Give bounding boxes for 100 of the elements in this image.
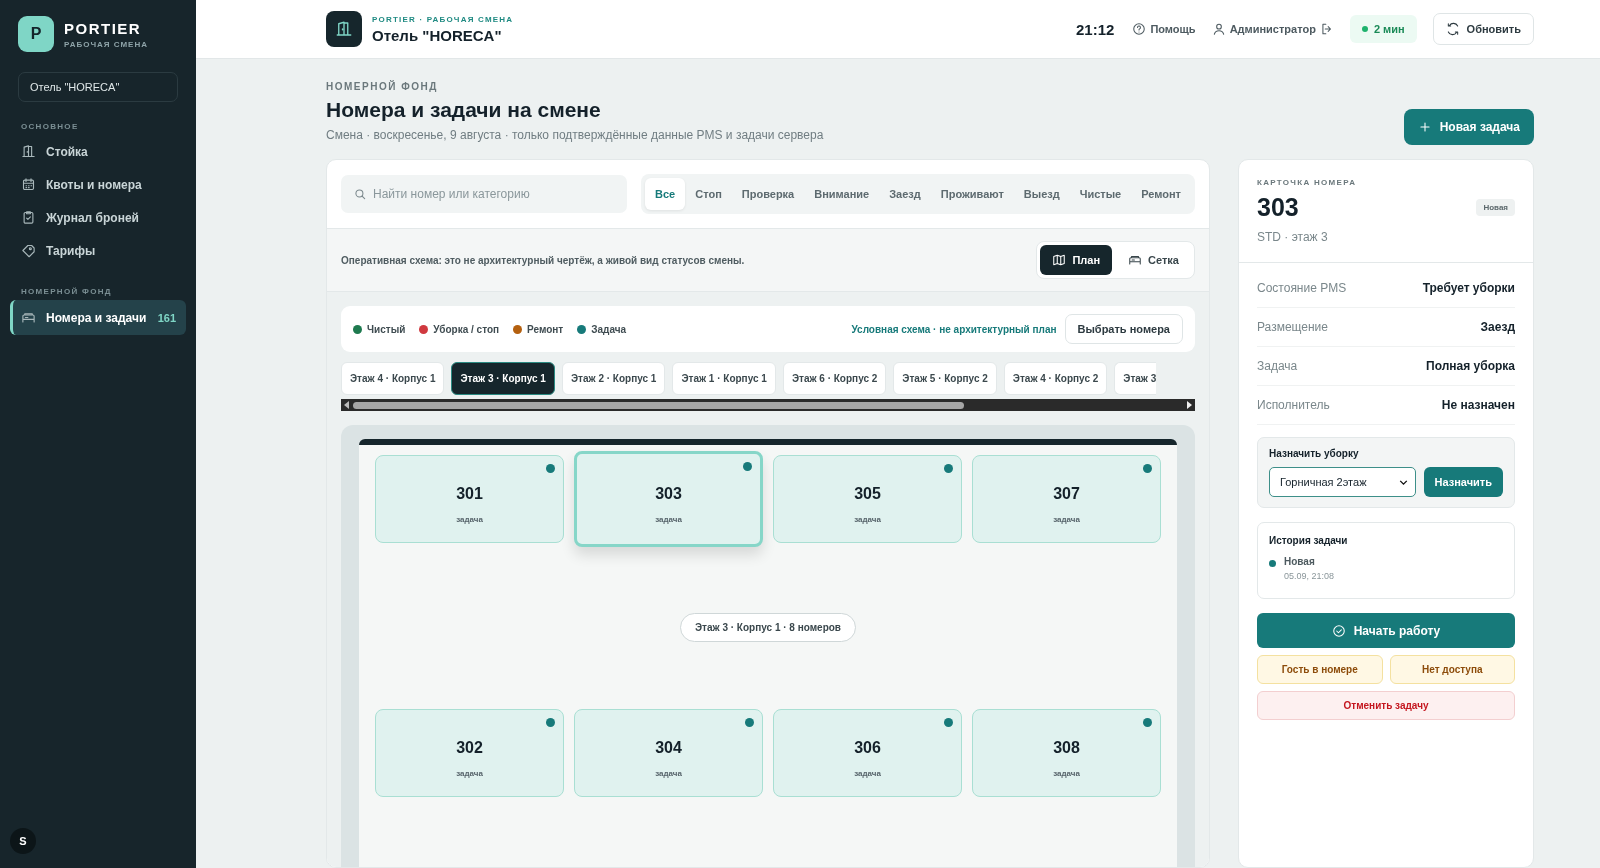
sidebar-item[interactable]: Квоты и номера xyxy=(10,168,186,201)
search-field[interactable]: Найти номер или категорию xyxy=(341,175,628,213)
sync-status: 2 мин xyxy=(1349,15,1417,43)
status-dot xyxy=(1361,26,1368,32)
view-tab[interactable]: Сетка xyxy=(1116,245,1191,275)
filter-tab[interactable]: Заезд xyxy=(879,178,931,210)
page-title: Номера и задачи на смене xyxy=(326,98,602,122)
room-tile[interactable]: 305 задача xyxy=(773,455,962,543)
room-number: 302 xyxy=(456,738,483,757)
filter-tab[interactable]: Стоп xyxy=(685,178,732,210)
hotel-select[interactable]: Отель "HORECA" xyxy=(18,72,178,102)
room-number: 308 xyxy=(1053,738,1080,757)
room-tile[interactable]: 306 задача xyxy=(773,709,962,797)
warning-button[interactable]: Гость в номере xyxy=(1257,655,1383,684)
section-title: НОМЕРНОЙ ФОНД xyxy=(21,287,113,296)
floor-tab[interactable]: Этаж 5 · Корпус 2 xyxy=(893,362,997,395)
maid-select[interactable]: Горничная 2этаж xyxy=(1269,467,1416,497)
floor-tab[interactable]: Этаж 6 · Корпус 2 xyxy=(782,362,887,395)
field-label: Исполнитель xyxy=(1257,398,1330,412)
sidebar-item[interactable]: Стойка xyxy=(10,135,186,168)
user-icon xyxy=(1211,22,1226,36)
field-label: Задача xyxy=(1257,359,1298,373)
new-task-button[interactable]: Новая задача xyxy=(1403,109,1534,145)
room-status: задача xyxy=(854,768,881,778)
floor-tab[interactable]: Этаж 3 · Корпус 1 xyxy=(451,362,555,395)
floor-tab[interactable]: Этаж 4 · Корпус 1 xyxy=(341,362,445,395)
refresh-button[interactable]: Обновить xyxy=(1432,13,1534,45)
start-work-button[interactable]: Начать работу xyxy=(1257,613,1515,648)
view-tab[interactable]: План xyxy=(1040,245,1113,275)
room-tile[interactable]: 308 задача xyxy=(972,709,1161,797)
sidebar-item[interactable]: Номера и задачи 161 xyxy=(10,300,186,335)
room-meta: STD · этаж 3 xyxy=(1257,230,1329,244)
room-tile[interactable]: 304 задача xyxy=(574,709,763,797)
cancel-task-button[interactable]: Отменить задачу xyxy=(1257,691,1515,720)
room-status: задача xyxy=(1053,514,1080,524)
room-tile[interactable]: 303 задача xyxy=(574,451,763,547)
legend-label: Ремонт xyxy=(527,323,564,335)
room-status: задача xyxy=(456,514,483,524)
bed-icon xyxy=(21,310,36,325)
brand-name: PORTIER xyxy=(64,19,143,37)
sidebar-item[interactable]: Тарифы xyxy=(10,234,186,267)
scrollbar[interactable] xyxy=(341,399,1195,411)
room-tile[interactable]: 307 задача xyxy=(972,455,1161,543)
user-link[interactable]: Администратор xyxy=(1211,22,1334,36)
filter-tab[interactable]: Внимание xyxy=(804,178,880,210)
header-kicker: PORTIER · РАБОЧАЯ СМЕНА xyxy=(372,14,514,24)
filter-tab[interactable]: Проживают xyxy=(930,178,1014,210)
page-kicker: НОМЕРНОЙ ФОНД xyxy=(326,81,439,92)
room-status: задача xyxy=(655,514,682,524)
sidebar-item[interactable]: Журнал броней xyxy=(10,201,186,234)
floor-tab[interactable]: Этаж 3 xyxy=(1114,362,1157,395)
door-icon xyxy=(335,20,353,38)
filter-tab[interactable]: Проверка xyxy=(731,178,805,210)
filter-tab[interactable]: Ремонт xyxy=(1131,178,1191,210)
floor-tab[interactable]: Этаж 1 · Корпус 1 xyxy=(672,362,776,395)
floor-tab[interactable]: Этаж 4 · Корпус 2 xyxy=(1003,362,1108,395)
check-circle-icon xyxy=(1331,623,1346,638)
room-number: 304 xyxy=(655,738,682,757)
legend-label: Задача xyxy=(591,323,627,335)
room-number: 303 xyxy=(1257,193,1299,222)
hotel-name: Отель "HORECA" xyxy=(372,26,503,44)
help-link[interactable]: Помощь xyxy=(1132,22,1196,36)
tag-icon xyxy=(21,243,36,258)
room-count: 161 xyxy=(157,311,176,324)
field-label: Состояние PMS xyxy=(1257,281,1347,295)
room-number: 301 xyxy=(456,484,483,503)
logout-icon xyxy=(1319,22,1334,36)
legend-label: Уборка / стоп xyxy=(433,323,500,335)
search-icon xyxy=(353,187,367,201)
filter-tab[interactable]: Все xyxy=(645,178,686,210)
room-tile[interactable]: 301 задача xyxy=(375,455,564,543)
help-icon xyxy=(1132,22,1147,36)
room-status: задача xyxy=(854,514,881,524)
filter-tab[interactable]: Выезд xyxy=(1013,178,1070,210)
user-avatar[interactable]: S xyxy=(10,828,36,854)
map-icon xyxy=(1052,253,1067,267)
history-status: Новая xyxy=(1284,556,1316,567)
filter-tab[interactable]: Чистые xyxy=(1069,178,1132,210)
field-value: Полная уборка xyxy=(1426,359,1515,373)
scheme-note: Оперативная схема: это не архитектурный чертёж, а живой вид статусов смены. xyxy=(341,254,745,266)
field-label: Размещение xyxy=(1257,320,1328,334)
assign-button[interactable]: Назначить xyxy=(1423,467,1503,497)
page-subtitle: Смена · воскресенье, 9 августа · только подтверждённые данные PMS и задачи сервера xyxy=(326,128,824,142)
brand-subtitle: РАБОЧАЯ СМЕНА xyxy=(64,39,148,49)
status-badge: Новая xyxy=(1476,199,1515,216)
card-kicker: КАРТОЧКА НОМЕРА xyxy=(1257,178,1358,187)
floor-tab[interactable]: Этаж 2 · Корпус 1 xyxy=(561,362,666,395)
warning-button[interactable]: Нет доступа xyxy=(1389,655,1515,684)
room-tile[interactable]: 302 задача xyxy=(375,709,564,797)
clipboard-icon xyxy=(21,210,36,225)
room-status: задача xyxy=(655,768,682,778)
calendar-icon xyxy=(21,177,36,192)
room-number: 303 xyxy=(655,484,682,503)
refresh-icon xyxy=(1445,22,1460,36)
legend-note: Условная схема · не архитектурный план xyxy=(851,323,1057,335)
select-rooms-button[interactable]: Выбрать номера xyxy=(1064,314,1183,344)
door-icon xyxy=(21,144,36,159)
plus-icon xyxy=(1417,120,1432,134)
field-value: Не назначен xyxy=(1441,398,1515,412)
logo: P xyxy=(18,16,54,52)
